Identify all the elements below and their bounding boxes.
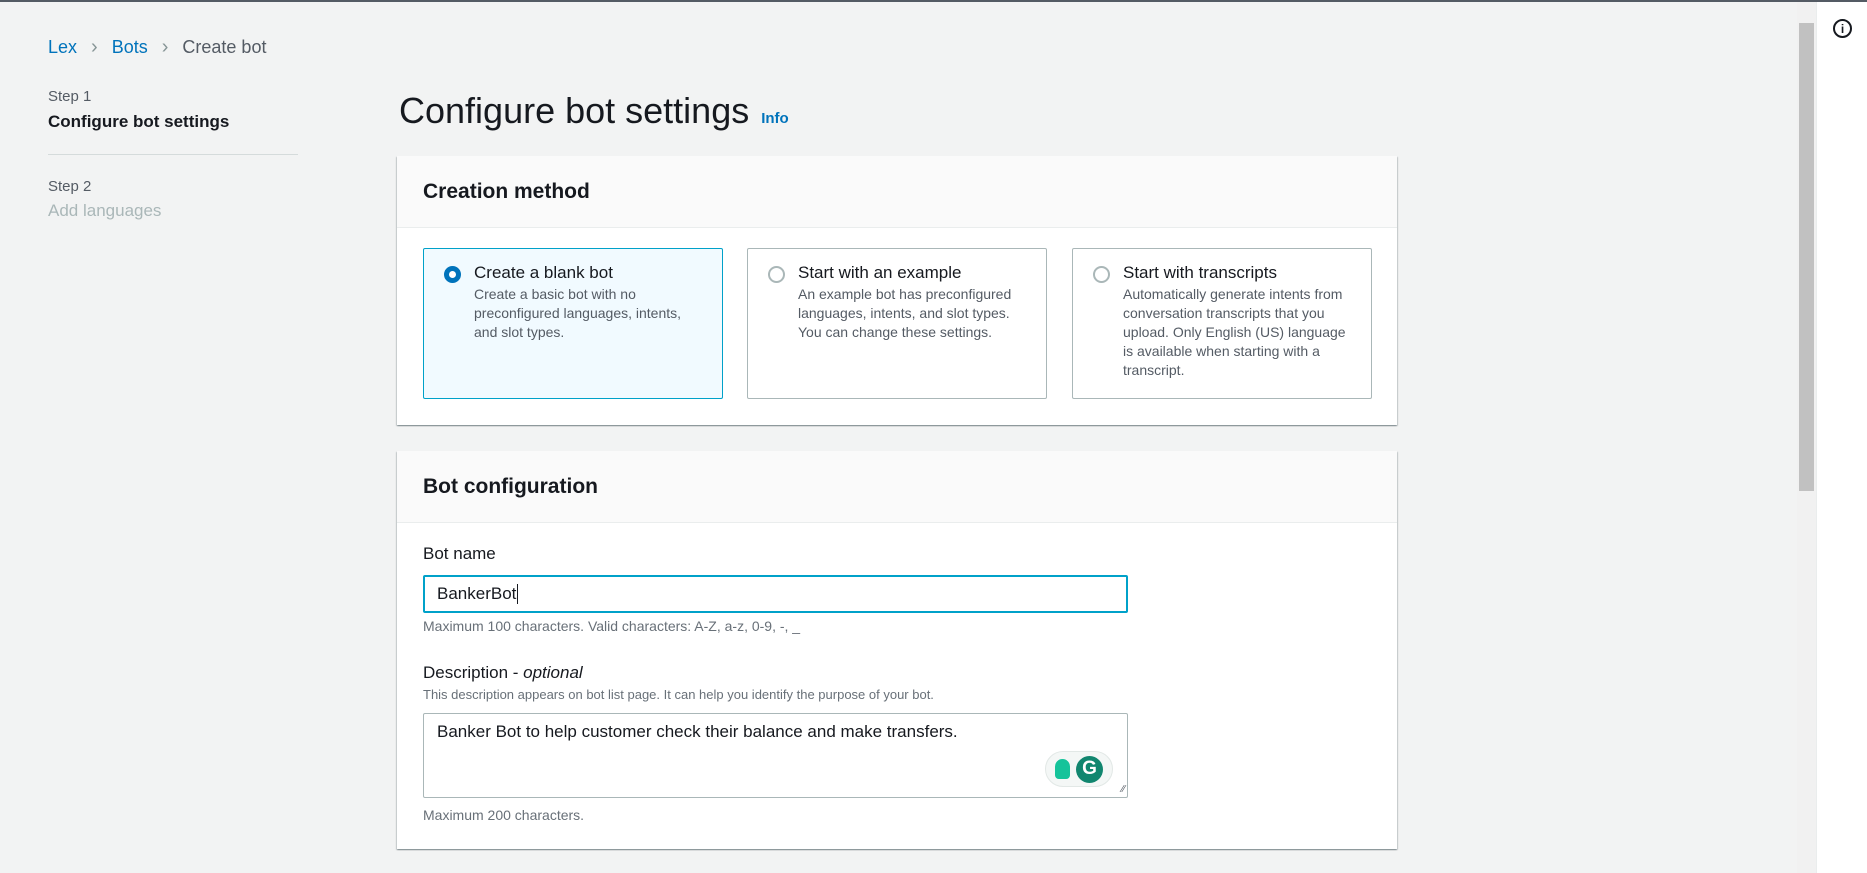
breadcrumb-current: Create bot <box>182 37 267 57</box>
bot-configuration-panel: Bot configuration Bot name BankerBot Max… <box>397 451 1397 849</box>
option-desc: Create a basic bot with no preconfigured… <box>474 286 682 340</box>
bot-name-input[interactable]: BankerBot <box>423 575 1128 613</box>
radio-unselected[interactable] <box>1093 266 1110 283</box>
option-title: Start with transcripts <box>1123 263 1277 282</box>
option-title: Create a blank bot <box>474 263 613 282</box>
breadcrumb: Lex › Bots › Create bot <box>48 36 266 59</box>
creation-method-panel: Creation method Create a blank bot Creat… <box>397 156 1397 425</box>
grammarly-widget[interactable]: G <box>1045 751 1113 787</box>
help-panel: i <box>1816 2 1867 873</box>
scrollbar[interactable] <box>1797 2 1816 873</box>
scrollbar-thumb[interactable] <box>1799 23 1814 491</box>
bot-name-hint: Maximum 100 characters. Valid characters… <box>423 618 801 634</box>
grammarly-icon[interactable]: G <box>1076 755 1103 783</box>
breadcrumb-lex[interactable]: Lex <box>48 37 77 58</box>
option-blank-bot[interactable]: Create a blank bot Create a basic bot wi… <box>423 248 723 399</box>
radio-unselected[interactable] <box>768 266 785 283</box>
page-title: Configure bot settings Info <box>399 90 789 132</box>
step-1-label: Step 1 <box>48 88 92 105</box>
step-2-title: Add languages <box>48 201 162 220</box>
panel-heading: Bot configuration <box>397 451 1397 523</box>
option-desc: An example bot has preconfigured languag… <box>798 286 1012 340</box>
panel-heading: Creation method <box>397 156 1397 228</box>
chevron-right-icon: › <box>161 36 169 58</box>
option-transcripts[interactable]: Start with transcripts Automatically gen… <box>1072 248 1372 399</box>
option-title: Start with an example <box>798 263 962 282</box>
bot-name-label: Bot name <box>423 544 496 563</box>
lightbulb-icon[interactable] <box>1055 759 1070 779</box>
description-value: Banker Bot to help customer check their … <box>437 722 958 741</box>
description-textarea[interactable]: Banker Bot to help customer check their … <box>423 713 1128 798</box>
chevron-right-icon: › <box>91 36 98 58</box>
info-icon[interactable]: i <box>1833 19 1852 38</box>
breadcrumb-bots[interactable]: Bots <box>112 37 148 58</box>
bot-name-value: BankerBot <box>437 584 517 603</box>
resize-handle-icon[interactable]: ∕∕ <box>1122 784 1125 795</box>
description-hint: Maximum 200 characters. <box>423 807 585 823</box>
info-link[interactable]: Info <box>761 110 789 127</box>
description-subtext: This description appears on bot list pag… <box>423 687 934 702</box>
page-title-text: Configure bot settings <box>399 90 750 131</box>
option-desc: Automatically generate intents from conv… <box>1123 286 1346 378</box>
step-1-title[interactable]: Configure bot settings <box>48 112 229 132</box>
step-divider <box>48 154 298 155</box>
option-example[interactable]: Start with an example An example bot has… <box>747 248 1047 399</box>
description-label: Description - optional <box>423 663 583 682</box>
step-2-label: Step 2 <box>48 178 92 195</box>
radio-selected[interactable] <box>444 266 461 283</box>
